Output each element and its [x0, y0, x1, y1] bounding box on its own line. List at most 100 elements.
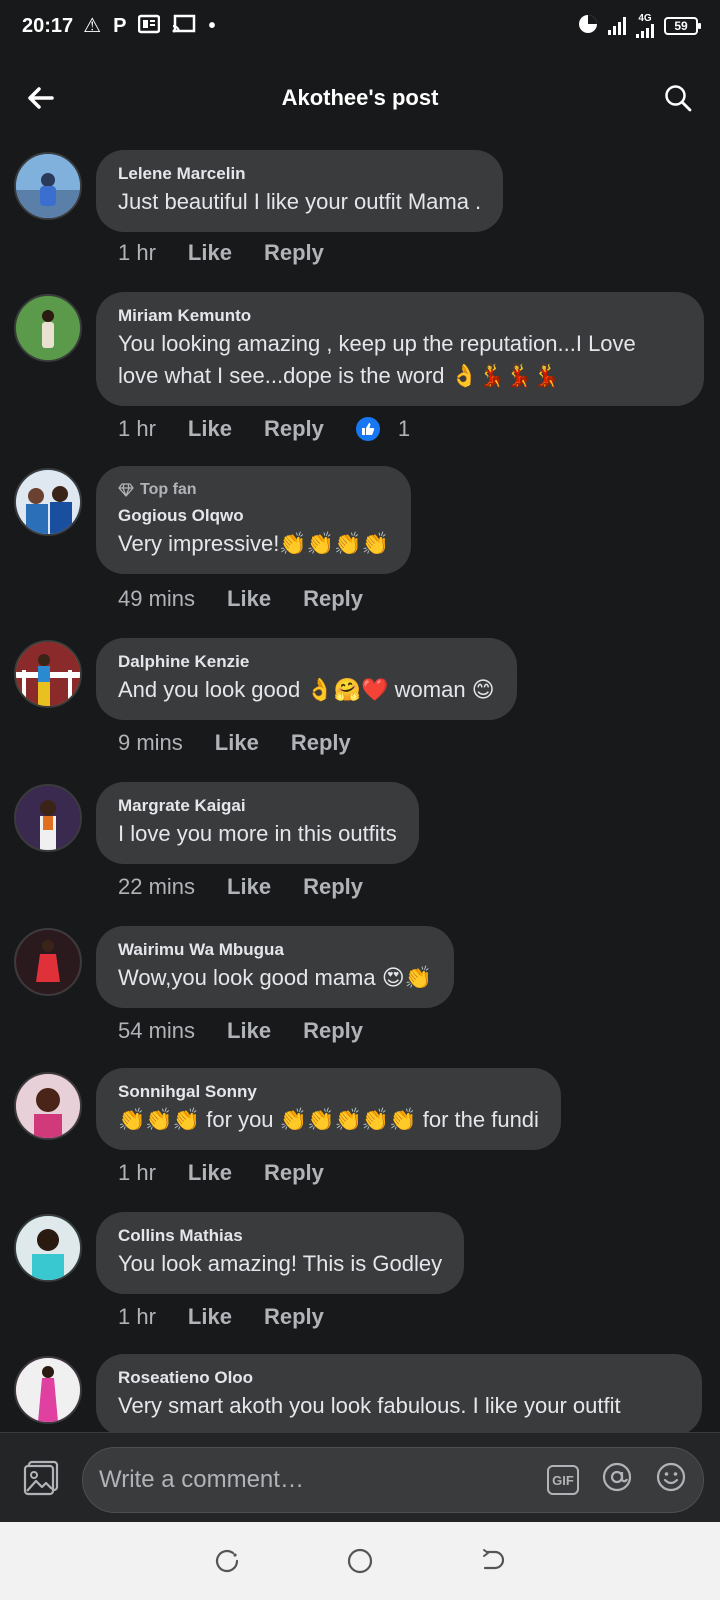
top-fan-badge: Top fan [118, 480, 389, 500]
like-button[interactable]: Like [188, 416, 232, 442]
comment-text: And you look good 👌🤗❤️ woman 😊 [118, 677, 495, 702]
like-button[interactable]: Like [227, 1018, 271, 1044]
comment-bubble[interactable]: Wairimu Wa Mbugua Wow,you look good mama… [96, 926, 455, 1008]
comment-input[interactable] [99, 1466, 547, 1494]
comments-list[interactable]: Lelene Marcelin Just beautiful I like yo… [0, 144, 720, 1432]
like-button[interactable]: Like [215, 730, 259, 756]
warning-icon: ⚠ [83, 15, 102, 37]
comment-actions: 1 hr Like Reply 1 [118, 416, 410, 442]
comment-text: You look amazing! This is Godley [118, 1251, 443, 1276]
comment-bubble[interactable]: Sonnihgal Sonny 👏👏👏 for you 👏👏👏👏👏 for th… [96, 1068, 561, 1150]
comment-text: Just beautiful I like your outfit Mama . [118, 189, 482, 214]
network-indicator: 4G [636, 14, 654, 38]
avatar[interactable] [14, 928, 82, 996]
reply-button[interactable]: Reply [303, 586, 363, 612]
comment-bubble[interactable]: Lelene Marcelin Just beautiful I like yo… [96, 150, 504, 232]
comment-author[interactable]: Gogious Olqwo [118, 506, 389, 526]
comment-time: 1 hr [118, 1304, 156, 1329]
reply-button[interactable]: Reply [264, 416, 324, 442]
comment-author[interactable]: Dalphine Kenzie [118, 652, 495, 672]
like-button[interactable]: Like [227, 874, 271, 900]
status-time: 20:17 [22, 14, 74, 37]
comment-composer: GIF [0, 1432, 720, 1522]
status-bar: 20:17 ⚠ P • 4G 59 [0, 0, 720, 52]
search-button[interactable] [660, 80, 696, 116]
comment-text: Wow,you look good mama 😍👏 [118, 965, 433, 990]
gif-button[interactable]: GIF [547, 1465, 579, 1495]
emoji-button[interactable] [655, 1461, 687, 1500]
back-button[interactable] [22, 80, 58, 116]
reply-button[interactable]: Reply [264, 1160, 324, 1186]
screen-cast-icon [172, 14, 196, 39]
comment-bubble[interactable]: Collins Mathias You look amazing! This i… [96, 1212, 465, 1294]
reply-button[interactable]: Reply [303, 1018, 363, 1044]
avatar[interactable] [14, 1072, 82, 1140]
comment-bubble[interactable]: Dalphine Kenzie And you look good 👌🤗❤️ w… [96, 638, 517, 720]
comment-actions: 1 hr Like Reply [118, 240, 324, 266]
comment-author[interactable]: Margrate Kaigai [118, 796, 397, 816]
comment-bubble[interactable]: Top fan Gogious Olqwo Very impressive!👏👏… [96, 466, 411, 574]
avatar[interactable] [14, 152, 82, 220]
like-button[interactable]: Like [188, 1304, 232, 1330]
avatar[interactable] [14, 468, 82, 536]
comment-time: 1 hr [118, 1160, 156, 1185]
emoji-icon [656, 1462, 686, 1491]
avatar[interactable] [14, 1214, 82, 1282]
comment-time: 1 hr [118, 240, 156, 265]
reply-button[interactable]: Reply [291, 730, 351, 756]
status-notification-icons: ⚠ P • [83, 14, 215, 39]
comment-actions: 49 mins Like Reply [118, 586, 363, 612]
comment-text: Very impressive!👏👏👏👏 [118, 531, 389, 556]
photo-button[interactable] [22, 1459, 60, 1497]
page-title: Akothee's post [281, 85, 439, 110]
comment-bubble[interactable]: Margrate Kaigai I love you more in this … [96, 782, 419, 864]
reaction-summary[interactable]: 1 [355, 416, 410, 442]
home-circle-icon [347, 1548, 373, 1574]
search-icon [665, 85, 692, 112]
comment-author[interactable]: Collins Mathias [118, 1226, 442, 1246]
comment-author[interactable]: Miriam Kemunto [118, 306, 682, 326]
reply-button[interactable]: Reply [264, 1304, 324, 1330]
battery-icon: 59 [664, 17, 701, 35]
like-button[interactable]: Like [227, 586, 271, 612]
comment-actions: 1 hr Like Reply [118, 1160, 324, 1186]
comment-actions: 9 mins Like Reply [118, 730, 351, 756]
back-nav-button[interactable] [473, 1541, 513, 1581]
avatar[interactable] [14, 784, 82, 852]
app-header: Akothee's post [0, 52, 720, 144]
comment-author[interactable]: Lelene Marcelin [118, 164, 481, 184]
avatar[interactable] [14, 294, 82, 362]
like-button[interactable]: Like [188, 1160, 232, 1186]
recent-apps-button[interactable] [207, 1541, 247, 1581]
avatar[interactable] [14, 640, 82, 708]
comment-author[interactable]: Sonnihgal Sonny [118, 1082, 539, 1102]
system-nav-bar [0, 1522, 720, 1600]
photo-icon [23, 1460, 59, 1496]
recent-apps-icon [215, 1549, 238, 1573]
comment-bubble[interactable]: Miriam Kemunto You looking amazing , kee… [96, 292, 704, 406]
comment-author[interactable]: Wairimu Wa Mbugua [118, 940, 432, 960]
comment-actions: 1 hr Like Reply [118, 1304, 324, 1330]
comment-author[interactable]: Roseatieno Oloo [118, 1368, 680, 1388]
avatar[interactable] [14, 1356, 82, 1424]
more-notifications-icon: • [208, 15, 216, 37]
arrow-left-icon [28, 87, 54, 109]
comment-time: 49 mins [118, 586, 196, 611]
comment-bubble[interactable]: Roseatieno Oloo Very smart akoth you loo… [96, 1354, 702, 1432]
home-button[interactable] [340, 1541, 380, 1581]
like-button[interactable]: Like [188, 240, 232, 266]
mention-button[interactable] [601, 1461, 633, 1500]
comment-text: 👏👏👏 for you 👏👏👏👏👏 for the fundi [118, 1107, 539, 1132]
reply-button[interactable]: Reply [303, 874, 363, 900]
comment-actions: 54 mins Like Reply [118, 1018, 363, 1044]
comment-actions: 22 mins Like Reply [118, 874, 363, 900]
comment-time: 1 hr [118, 416, 156, 441]
comment-text: I love you more in this outfits [118, 821, 397, 846]
comment-time: 22 mins [118, 874, 196, 899]
thumbs-up-icon [355, 417, 380, 441]
comment-text: You looking amazing , keep up the reputa… [118, 331, 636, 388]
at-icon [602, 1462, 632, 1491]
back-nav-icon [483, 1549, 505, 1570]
reply-button[interactable]: Reply [264, 240, 324, 266]
signal-icon [608, 17, 626, 35]
